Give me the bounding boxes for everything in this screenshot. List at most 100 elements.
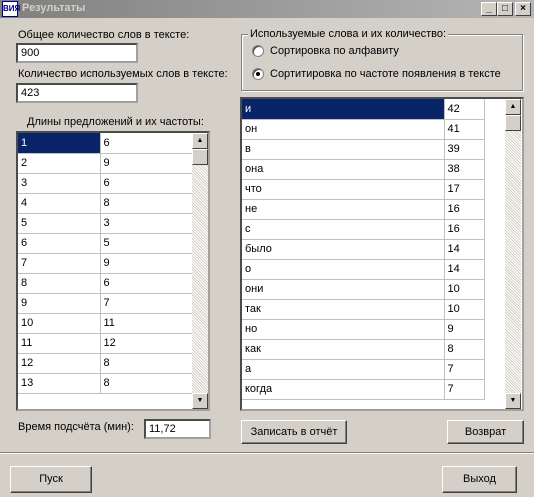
write-report-button[interactable]: Записать в отчёт [241, 420, 347, 444]
words-key-cell[interactable]: она [242, 159, 445, 180]
lengths-row[interactable]: 53 [18, 213, 193, 234]
words-key-cell[interactable]: он [242, 119, 445, 140]
lengths-key-cell[interactable]: 10 [18, 313, 101, 334]
words-key-cell[interactable]: как [242, 339, 445, 360]
lengths-row[interactable]: 97 [18, 293, 193, 314]
maximize-button[interactable]: □ [497, 2, 513, 16]
words-count-cell[interactable]: 9 [444, 319, 485, 340]
lengths-key-cell[interactable]: 1 [18, 133, 101, 154]
lengths-row[interactable]: 10 11 [18, 313, 193, 334]
words-key-cell[interactable]: когда [242, 379, 445, 400]
words-row[interactable]: не 16 [242, 199, 485, 220]
lengths-count-cell[interactable]: 12 [100, 333, 193, 354]
words-key-cell[interactable]: с [242, 219, 445, 240]
words-row[interactable]: в 39 [242, 139, 485, 160]
lengths-count-cell[interactable]: 6 [100, 173, 193, 194]
lengths-count-cell[interactable]: 9 [100, 253, 193, 274]
lengths-key-cell[interactable]: 6 [18, 233, 101, 254]
exit-button[interactable]: Выход [442, 466, 517, 493]
timing-field[interactable]: 11,72 [144, 419, 211, 439]
lengths-count-cell[interactable]: 6 [100, 273, 193, 294]
lengths-key-cell[interactable]: 3 [18, 173, 101, 194]
lengths-count-cell[interactable]: 7 [100, 293, 193, 314]
words-count-cell[interactable]: 7 [444, 359, 485, 380]
words-count-cell[interactable]: 10 [444, 279, 485, 300]
words-row[interactable]: и 42 [242, 99, 485, 120]
words-row[interactable]: как 8 [242, 339, 485, 360]
words-count-cell[interactable]: 14 [444, 239, 485, 260]
lengths-key-cell[interactable]: 2 [18, 153, 101, 174]
words-key-cell[interactable]: что [242, 179, 445, 200]
words-row[interactable]: он 41 [242, 119, 485, 140]
lengths-key-cell[interactable]: 5 [18, 213, 101, 234]
words-row[interactable]: что 17 [242, 179, 485, 200]
sort-alpha-radio[interactable] [252, 45, 264, 57]
lengths-row[interactable]: 48 [18, 193, 193, 214]
words-row[interactable]: с 16 [242, 219, 485, 240]
lengths-key-cell[interactable]: 8 [18, 273, 101, 294]
words-key-cell[interactable]: не [242, 199, 445, 220]
words-count-cell[interactable]: 39 [444, 139, 485, 160]
words-count-cell[interactable]: 8 [444, 339, 485, 360]
words-count-cell[interactable]: 16 [444, 199, 485, 220]
scroll-down-icon[interactable]: ▼ [505, 393, 521, 409]
words-key-cell[interactable]: они [242, 279, 445, 300]
lengths-key-cell[interactable]: 12 [18, 353, 101, 374]
lengths-key-cell[interactable]: 9 [18, 293, 101, 314]
scroll-up-icon[interactable]: ▲ [192, 133, 208, 149]
words-scrollbar[interactable]: ▲ ▼ [505, 99, 521, 409]
lengths-row[interactable]: 12 8 [18, 353, 193, 374]
lengths-row[interactable]: 29 [18, 153, 193, 174]
words-key-cell[interactable]: в [242, 139, 445, 160]
lengths-key-cell[interactable]: 7 [18, 253, 101, 274]
words-count-cell[interactable]: 38 [444, 159, 485, 180]
scroll-up-icon[interactable]: ▲ [505, 99, 521, 115]
lengths-count-cell[interactable]: 3 [100, 213, 193, 234]
words-count-cell[interactable]: 7 [444, 379, 485, 400]
lengths-row[interactable]: 65 [18, 233, 193, 254]
sort-alpha-option[interactable]: Сортировка по алфавиту [252, 45, 399, 57]
words-row[interactable]: было 14 [242, 239, 485, 260]
lengths-row[interactable]: 79 [18, 253, 193, 274]
scroll-thumb[interactable] [192, 149, 208, 165]
lengths-row[interactable]: 86 [18, 273, 193, 294]
lengths-count-cell[interactable]: 9 [100, 153, 193, 174]
words-key-cell[interactable]: было [242, 239, 445, 260]
lengths-count-cell[interactable]: 6 [100, 133, 193, 154]
title-bar[interactable]: ВИЯ Результаты _ □ × [0, 0, 534, 18]
words-row[interactable]: они 10 [242, 279, 485, 300]
lengths-row[interactable]: 13 8 [18, 373, 193, 394]
lengths-count-cell[interactable]: 5 [100, 233, 193, 254]
lengths-key-cell[interactable]: 13 [18, 373, 101, 394]
words-count-cell[interactable]: 17 [444, 179, 485, 200]
lengths-row[interactable]: 16 [18, 133, 193, 154]
back-button[interactable]: Возврат [447, 420, 524, 444]
close-button[interactable]: × [515, 2, 531, 16]
lengths-key-cell[interactable]: 4 [18, 193, 101, 214]
words-row[interactable]: так 10 [242, 299, 485, 320]
lengths-count-cell[interactable]: 8 [100, 353, 193, 374]
words-key-cell[interactable]: а [242, 359, 445, 380]
words-row[interactable]: а7 [242, 359, 485, 380]
words-row[interactable]: но 9 [242, 319, 485, 340]
lengths-count-cell[interactable]: 11 [100, 313, 193, 334]
sort-freq-radio[interactable] [252, 68, 264, 80]
lengths-scrollbar[interactable]: ▲ ▼ [192, 133, 208, 409]
lengths-key-cell[interactable]: 11 [18, 333, 101, 354]
total-words-field[interactable]: 900 [16, 43, 138, 63]
words-key-cell[interactable]: так [242, 299, 445, 320]
lengths-count-cell[interactable]: 8 [100, 193, 193, 214]
words-count-cell[interactable]: 16 [444, 219, 485, 240]
used-words-field[interactable]: 423 [16, 83, 138, 103]
scroll-down-icon[interactable]: ▼ [192, 393, 208, 409]
lengths-row[interactable]: 11 12 [18, 333, 193, 354]
scroll-thumb[interactable] [505, 115, 521, 131]
start-button[interactable]: Пуск [10, 466, 92, 493]
words-key-cell[interactable]: о [242, 259, 445, 280]
words-count-cell[interactable]: 10 [444, 299, 485, 320]
words-grid[interactable]: и 42 он 41 в 39 она 38 что 17 не 16 с 16 было 14 о 14 они 1… [240, 97, 524, 411]
words-key-cell[interactable]: и [242, 99, 445, 120]
words-row[interactable]: когда 7 [242, 379, 485, 400]
words-count-cell[interactable]: 14 [444, 259, 485, 280]
words-key-cell[interactable]: но [242, 319, 445, 340]
